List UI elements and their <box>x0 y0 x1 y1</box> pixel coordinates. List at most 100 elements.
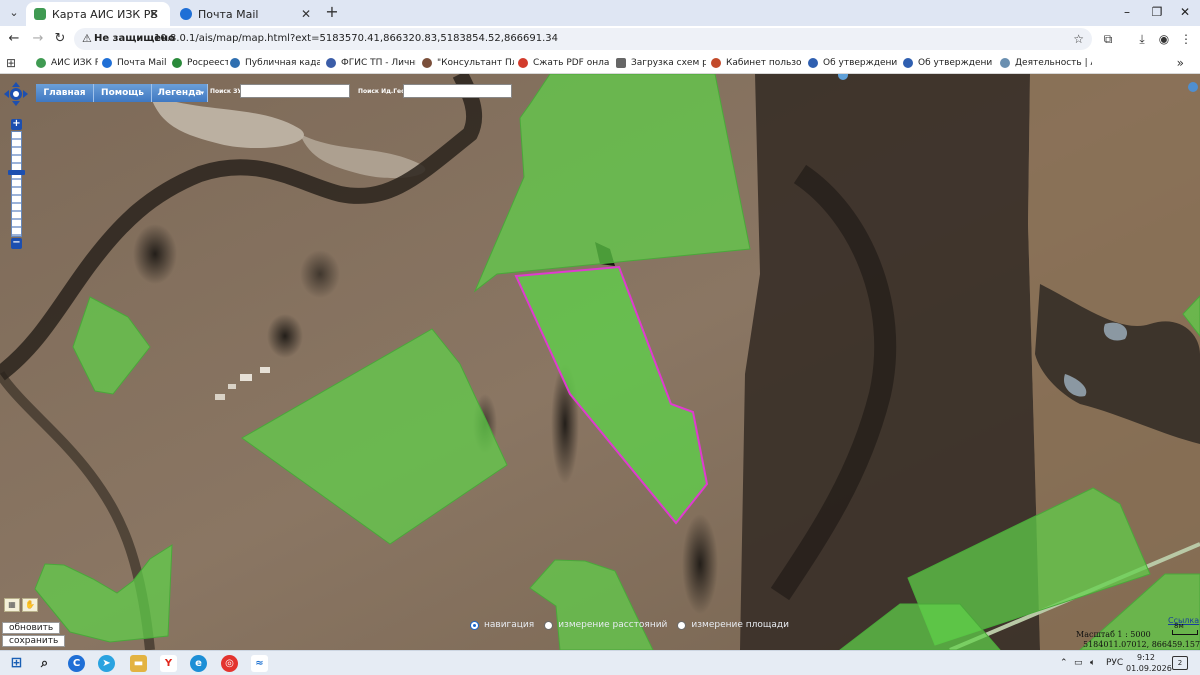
mode-navigation[interactable]: навигация <box>470 620 534 630</box>
building <box>260 367 270 373</box>
new-tab-button[interactable]: + <box>324 4 340 20</box>
bookmark-item[interactable]: Публичная кадастр... <box>230 55 320 71</box>
minimize-button[interactable]: – <box>1118 4 1136 20</box>
menu-legend-button[interactable]: Легенда ▾ <box>152 84 208 102</box>
bookmark-star-icon[interactable]: ☆ <box>1073 31 1084 47</box>
mode-label: навигация <box>484 620 535 630</box>
dark-pit <box>133 224 177 284</box>
profile-icon[interactable]: ◉ <box>1156 31 1172 47</box>
app-icon[interactable]: ≈ <box>251 655 268 672</box>
zoom-slider-track[interactable] <box>11 131 22 237</box>
navigation-bar: ← → ↻ ⚠ Не защищено 10.8.0.1/ais/map/map… <box>0 26 1200 52</box>
tab-close-icon[interactable]: ✕ <box>298 6 314 22</box>
menu-kebab-icon[interactable]: ⋮ <box>1178 31 1194 47</box>
bookmark-item[interactable]: "Консультант Плюс... <box>422 55 514 71</box>
back-arrow-icon[interactable]: ← <box>6 31 22 47</box>
reload-icon[interactable]: ↻ <box>52 31 68 47</box>
search-geo-label: Поиск Ид.Гео. <box>358 88 408 95</box>
legend-label: Легенда <box>157 88 202 98</box>
extensions-icon[interactable]: ⧉ <box>1100 31 1116 47</box>
bookmark-item[interactable]: Почта Mail.ru <box>102 55 166 71</box>
refresh-button[interactable]: обновить <box>2 622 61 634</box>
bookmark-favicon-icon <box>808 58 818 68</box>
mail-favicon-icon <box>180 8 192 20</box>
bookmark-favicon-icon <box>172 58 182 68</box>
building <box>215 394 225 400</box>
clock-time: 9:12 <box>1137 653 1155 662</box>
tray-chevron-up-icon[interactable]: ⌃ <box>1060 657 1068 670</box>
radio-distance[interactable] <box>544 620 554 630</box>
radio-area[interactable] <box>677 620 687 630</box>
mode-area[interactable]: измерение площади <box>677 620 789 630</box>
search-icon[interactable]: ⌕ <box>36 655 53 672</box>
window-close-button[interactable]: ✕ <box>1176 4 1194 20</box>
bookmark-item[interactable]: Загрузка схем расп... <box>616 55 706 71</box>
apps-grid-icon[interactable]: ⊞ <box>6 56 20 70</box>
hand-tool-icon[interactable]: ✋ <box>22 598 38 612</box>
layers-tool-icon[interactable]: ▦ <box>4 598 20 612</box>
bookmark-item[interactable]: Сжать PDF онлайн... <box>518 55 610 71</box>
chevron-down-icon: ▾ <box>200 89 204 97</box>
save-button[interactable]: сохранить <box>2 635 66 647</box>
map-marker-icon[interactable] <box>1188 82 1198 92</box>
bookmark-item[interactable]: Деятельность | Адм... <box>1000 55 1092 71</box>
bookmark-favicon-icon <box>903 58 913 68</box>
network-icon[interactable]: ▭ <box>1074 657 1083 670</box>
keyboard-language[interactable]: РУС <box>1106 657 1123 670</box>
pan-zoom-control: + − <box>4 82 28 252</box>
building <box>240 374 252 381</box>
yandex-browser-icon[interactable]: Y <box>160 655 177 672</box>
bookmark-favicon-icon <box>518 58 528 68</box>
tab-close-icon[interactable]: ✕ <box>146 6 162 22</box>
telegram-icon[interactable]: ➤ <box>98 655 115 672</box>
bookmarks-bar: ⊞ АИС ИЗК РБ Почта Mail.ru Росреестр Пуб… <box>0 52 1200 74</box>
radio-navigation[interactable] <box>470 620 479 630</box>
bookmark-item[interactable]: Об утверждении П... <box>903 55 993 71</box>
clock-date: 01.09.2026 <box>1126 664 1172 673</box>
mode-label: измерение расстояний <box>558 620 668 630</box>
bookmark-favicon-icon <box>1000 58 1010 68</box>
notification-center-icon[interactable]: 2 <box>1172 656 1188 670</box>
windows-start-icon[interactable]: ⊞ <box>8 655 25 672</box>
search-geo-input[interactable] <box>403 84 512 98</box>
map-viewport[interactable]: Главная Помощь Легенда ▾ Поиск ЗУ Поиск … <box>0 74 1200 650</box>
system-clock[interactable]: 9:12 01.09.2026 <box>1126 652 1172 674</box>
bookmarks-more-icon[interactable]: » <box>1177 55 1184 71</box>
forward-arrow-icon[interactable]: → <box>30 31 46 47</box>
restore-button[interactable]: ❐ <box>1148 4 1166 20</box>
chrome-icon[interactable]: ◎ <box>221 655 238 672</box>
bookmark-favicon-icon <box>36 58 46 68</box>
scale-bar <box>1172 630 1198 635</box>
pan-arrows-icon[interactable] <box>4 82 28 106</box>
bookmark-item[interactable]: ФГИС ТП - Личный... <box>326 55 416 71</box>
address-bar[interactable]: ⚠ Не защищено 10.8.0.1/ais/map/map.html?… <box>74 28 1092 50</box>
menu-home-button[interactable]: Главная <box>36 84 94 102</box>
download-icon[interactable]: ⤓ <box>1134 31 1150 47</box>
zoom-out-button[interactable]: − <box>11 238 22 249</box>
edge-icon[interactable]: e <box>190 655 207 672</box>
file-explorer-icon[interactable]: ▬ <box>130 655 147 672</box>
zoom-slider-thumb[interactable] <box>8 170 25 175</box>
bookmark-item[interactable]: АИС ИЗК РБ <box>36 55 98 71</box>
tab-search-chevron-icon[interactable]: ⌄ <box>6 5 22 21</box>
search-zu-input[interactable] <box>240 84 350 98</box>
bookmark-favicon-icon <box>230 58 240 68</box>
zoom-in-button[interactable]: + <box>11 119 22 130</box>
tab-title: Почта Mail <box>198 7 259 21</box>
cursor-coordinates: 5184011.07012, 866459.15716 <box>1083 640 1200 649</box>
windows-taskbar: ⊞ ⌕ C ➤ ▬ Y e ◎ ≈ ⌃ ▭ 🔈︎ РУС 9:12 01.09.… <box>0 650 1200 675</box>
bookmark-item[interactable]: Об утверждении П... <box>808 55 898 71</box>
bookmark-item[interactable]: Росреестр <box>172 55 228 71</box>
speaker-icon[interactable]: 🔈︎ <box>1090 657 1095 670</box>
tab-ais-map[interactable]: Карта АИС ИЗК РБ ✕ <box>26 2 170 26</box>
map-menu-bar: Главная Помощь Легенда ▾ <box>36 84 208 104</box>
tab-mail[interactable]: Почта Mail ✕ <box>172 2 322 26</box>
url-text[interactable]: 10.8.0.1/ais/map/map.html?ext=5183570.41… <box>154 31 558 47</box>
search-zu-label: Поиск ЗУ <box>210 88 242 95</box>
cortana-icon[interactable]: C <box>68 655 85 672</box>
satellite-imagery[interactable] <box>0 74 1200 650</box>
mode-distance[interactable]: измерение расстояний <box>544 620 667 630</box>
bookmark-item[interactable]: Кабинет пользоват... <box>711 55 801 71</box>
menu-help-button[interactable]: Помощь <box>94 84 152 102</box>
map-tool-group: ▦ ✋ <box>4 598 40 612</box>
